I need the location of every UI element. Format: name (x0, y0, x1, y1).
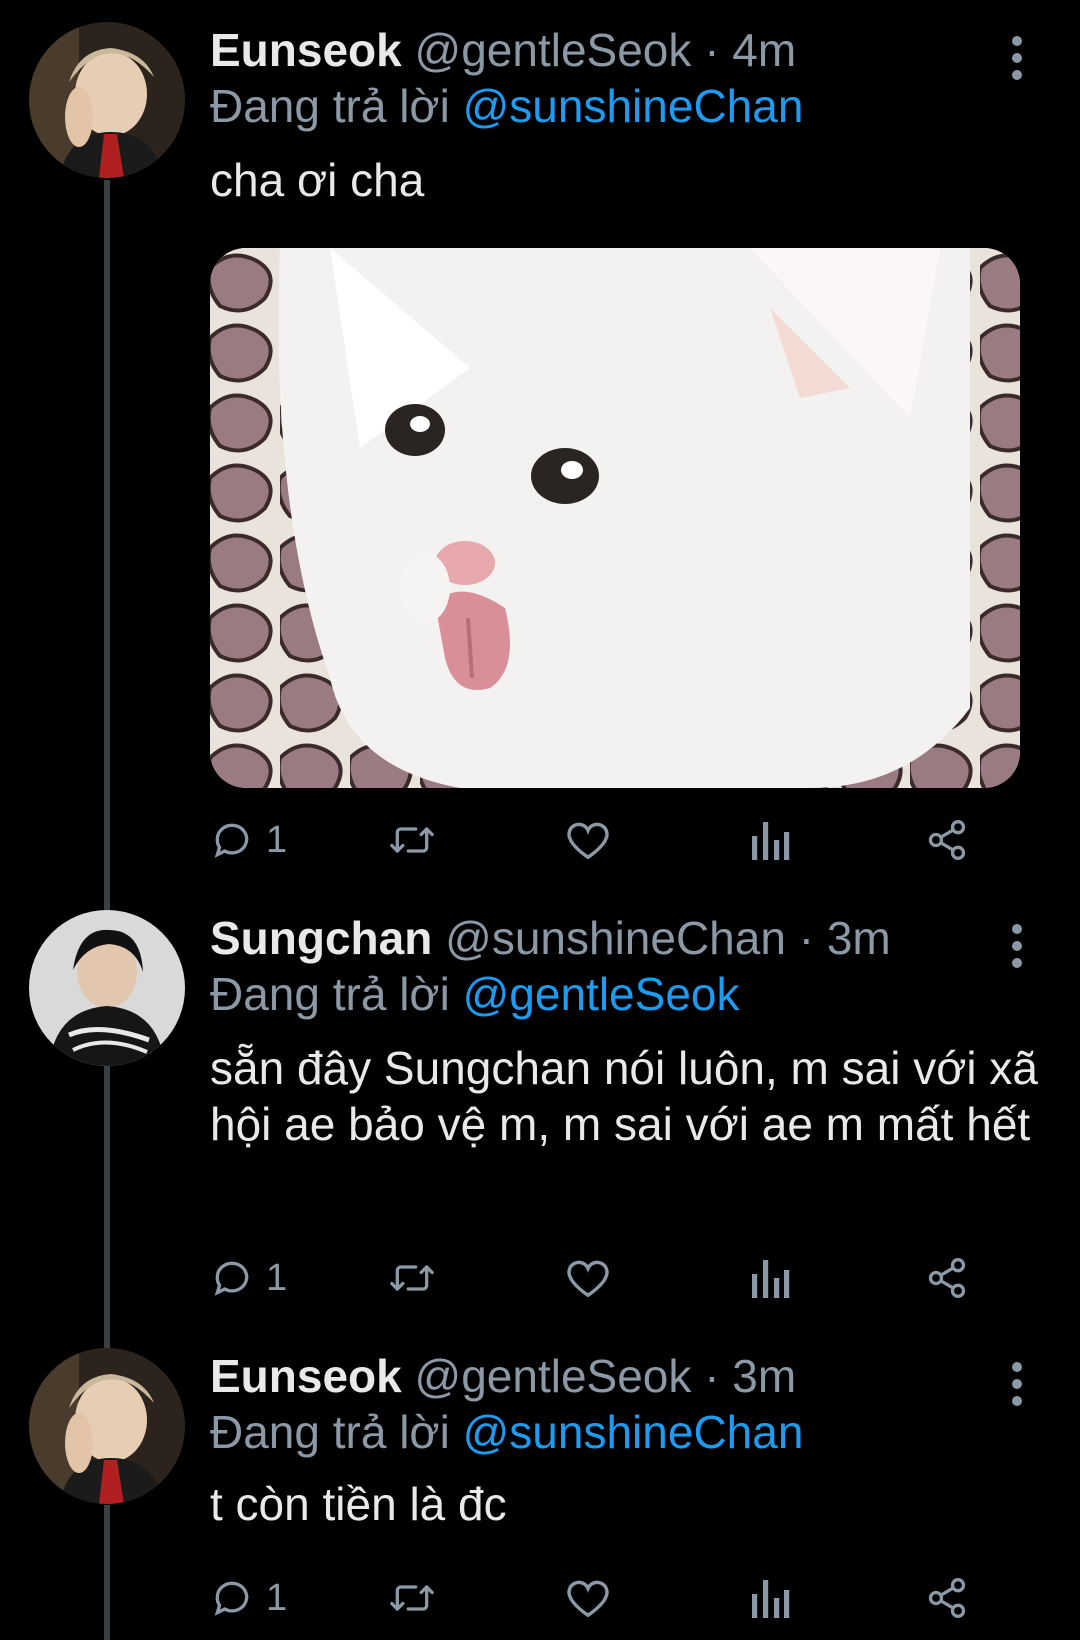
replying-prefix: Đang trả lời (210, 80, 450, 132)
like-icon (567, 1580, 609, 1618)
tweet[interactable]: Sungchan @sunshineChan · 3m Đang trả lời… (0, 910, 1080, 1330)
views-icon (752, 822, 790, 860)
reply-icon (214, 1261, 249, 1296)
views-icon (752, 1260, 790, 1298)
tweet-text: t còn tiền là đc (210, 1478, 507, 1530)
user-handle[interactable]: @gentleSeok (415, 24, 692, 76)
action-bar: 1 (210, 1570, 1020, 1626)
views-icon (752, 1580, 790, 1618)
share-button[interactable] (925, 812, 969, 868)
share-icon (928, 820, 966, 860)
like-icon (567, 822, 609, 860)
tweet-text: cha ơi cha (210, 154, 425, 206)
separator: · (704, 24, 720, 76)
share-button[interactable] (925, 1250, 969, 1306)
more-icon[interactable] (1000, 1362, 1034, 1410)
timestamp[interactable]: 4m (732, 24, 796, 76)
more-icon[interactable] (1000, 36, 1034, 84)
retweet-icon (390, 1265, 434, 1291)
avatar[interactable] (29, 1348, 185, 1504)
mention-link[interactable]: @sunshineChan (463, 1406, 804, 1458)
more-icon[interactable] (1000, 924, 1034, 972)
views-button[interactable] (750, 1570, 790, 1626)
display-name[interactable]: Sungchan (210, 912, 432, 964)
tweet-header: Sungchan @sunshineChan · 3m (210, 910, 891, 966)
retweet-icon (390, 1585, 434, 1611)
tweet[interactable]: Eunseok @gentleSeok · 3m Đang trả lời @s… (0, 1348, 1080, 1638)
reply-icon (214, 1581, 249, 1616)
share-icon (928, 1258, 966, 1298)
tweet[interactable]: Eunseok @gentleSeok · 4m Đang trả lời @s… (0, 22, 1080, 882)
avatar[interactable] (29, 22, 185, 178)
replying-to: Đang trả lời @sunshineChan (210, 78, 803, 134)
action-bar: 1 (210, 1250, 1020, 1306)
reply-count: 1 (266, 1256, 288, 1299)
action-bar: 1 (210, 812, 1020, 868)
separator: · (704, 1350, 720, 1402)
share-icon (928, 1578, 966, 1618)
separator: · (798, 912, 815, 964)
retweet-button[interactable] (388, 1570, 436, 1626)
replying-to: Đang trả lời @sunshineChan (210, 1404, 803, 1460)
user-handle[interactable]: @sunshineChan (445, 912, 786, 964)
reply-button[interactable]: 1 (210, 812, 287, 868)
views-button[interactable] (750, 1250, 790, 1306)
retweet-button[interactable] (388, 812, 436, 868)
user-handle[interactable]: @gentleSeok (415, 1350, 692, 1402)
timestamp[interactable]: 3m (732, 1350, 796, 1402)
tweet-header: Eunseok @gentleSeok · 3m (210, 1348, 796, 1404)
replying-to: Đang trả lời @gentleSeok (210, 966, 740, 1022)
avatar[interactable] (29, 910, 185, 1066)
reply-count: 1 (266, 1576, 288, 1619)
reply-icon (214, 823, 249, 858)
retweet-icon (390, 827, 434, 853)
display-name[interactable]: Eunseok (210, 24, 402, 76)
reply-button[interactable]: 1 (210, 1570, 287, 1626)
replying-prefix: Đang trả lời (210, 968, 450, 1020)
views-button[interactable] (750, 812, 790, 868)
reply-button[interactable]: 1 (210, 1250, 287, 1306)
tweet-text: sẵn đây Sungchan nói luôn, m sai với xã … (210, 1042, 1038, 1150)
tweet-image[interactable] (210, 248, 1020, 788)
share-button[interactable] (925, 1570, 969, 1626)
mention-link[interactable]: @gentleSeok (463, 968, 740, 1020)
like-icon (567, 1260, 609, 1298)
replying-prefix: Đang trả lời (210, 1406, 450, 1458)
like-button[interactable] (565, 812, 611, 868)
display-name[interactable]: Eunseok (210, 1350, 402, 1402)
retweet-button[interactable] (388, 1250, 436, 1306)
tweet-header: Eunseok @gentleSeok · 4m (210, 22, 796, 78)
like-button[interactable] (565, 1570, 611, 1626)
reply-count: 1 (266, 818, 288, 861)
like-button[interactable] (565, 1250, 611, 1306)
timestamp[interactable]: 3m (827, 912, 891, 964)
mention-link[interactable]: @sunshineChan (463, 80, 804, 132)
